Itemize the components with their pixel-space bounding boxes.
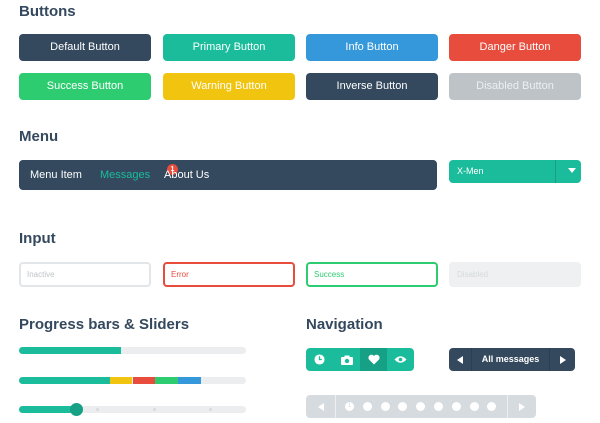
progress-bar-single bbox=[19, 347, 246, 354]
pager-page-dot[interactable] bbox=[416, 402, 426, 411]
camera-icon[interactable] bbox=[333, 348, 360, 371]
clock-icon[interactable] bbox=[306, 348, 333, 371]
pager-page-dot[interactable] bbox=[487, 402, 497, 411]
default-button[interactable]: Default Button bbox=[19, 34, 151, 61]
progress-fill bbox=[19, 347, 122, 354]
pagination: 1 bbox=[306, 395, 536, 418]
icon-button-group bbox=[306, 348, 414, 371]
slider[interactable] bbox=[19, 403, 246, 416]
progress-segment bbox=[19, 377, 110, 384]
section-title-buttons: Buttons bbox=[19, 3, 76, 20]
pager-page-dot[interactable] bbox=[469, 402, 479, 411]
messages-nav: All messages bbox=[449, 348, 575, 371]
inverse-button[interactable]: Inverse Button bbox=[306, 73, 438, 100]
pager-page-dot[interactable] bbox=[434, 402, 443, 411]
menu-item-menu-item[interactable]: Menu Item bbox=[30, 160, 82, 190]
section-title-menu: Menu bbox=[19, 128, 59, 145]
pager-divider bbox=[335, 395, 336, 418]
pager-page-dot[interactable] bbox=[451, 402, 461, 411]
warning-button[interactable]: Warning Button bbox=[163, 73, 295, 100]
menu-bar: Menu Item Messages 1 About Us bbox=[19, 160, 437, 190]
progress-segment bbox=[109, 377, 133, 384]
progress-segment bbox=[132, 377, 156, 384]
section-title-navigation: Navigation bbox=[306, 316, 383, 333]
slider-tick bbox=[95, 408, 99, 411]
disabled-input bbox=[449, 262, 581, 287]
section-title-input: Input bbox=[19, 230, 56, 247]
select-value: X-Men bbox=[457, 166, 484, 176]
progress-segment bbox=[177, 377, 201, 384]
pager-page-dot[interactable] bbox=[398, 402, 408, 411]
eye-icon[interactable] bbox=[387, 348, 414, 371]
danger-button[interactable]: Danger Button bbox=[449, 34, 581, 61]
inactive-input[interactable] bbox=[19, 262, 151, 287]
pager-page-dot[interactable] bbox=[380, 402, 390, 411]
info-button[interactable]: Info Button bbox=[306, 34, 438, 61]
slider-tick bbox=[209, 408, 213, 411]
error-input[interactable] bbox=[163, 262, 295, 287]
heart-icon[interactable] bbox=[360, 348, 387, 371]
slider-tick bbox=[152, 408, 156, 411]
slider-handle[interactable] bbox=[69, 403, 83, 416]
caret-left-icon[interactable] bbox=[449, 348, 471, 371]
xmen-select[interactable]: X-Men bbox=[449, 160, 581, 183]
progress-segment bbox=[155, 377, 178, 384]
menu-item-messages[interactable]: Messages bbox=[100, 160, 150, 190]
chevron-down-icon bbox=[562, 160, 581, 183]
success-input[interactable] bbox=[306, 262, 438, 287]
menu-item-about-us[interactable]: About Us bbox=[164, 160, 209, 190]
slider-fill bbox=[19, 406, 76, 413]
caret-right-icon[interactable] bbox=[551, 348, 575, 371]
pager-page-dot[interactable] bbox=[362, 402, 372, 411]
section-title-progress: Progress bars & Sliders bbox=[19, 316, 190, 333]
all-messages-button[interactable]: All messages bbox=[471, 348, 550, 371]
select-divider bbox=[555, 160, 556, 183]
primary-button[interactable]: Primary Button bbox=[163, 34, 295, 61]
success-button[interactable]: Success Button bbox=[19, 73, 151, 100]
pager-prev-icon[interactable] bbox=[306, 395, 335, 418]
pager-next-icon[interactable] bbox=[508, 395, 536, 418]
disabled-button: Disabled Button bbox=[449, 73, 581, 100]
pager-page-current[interactable]: 1 bbox=[345, 402, 354, 411]
progress-bar-stacked bbox=[19, 377, 246, 384]
